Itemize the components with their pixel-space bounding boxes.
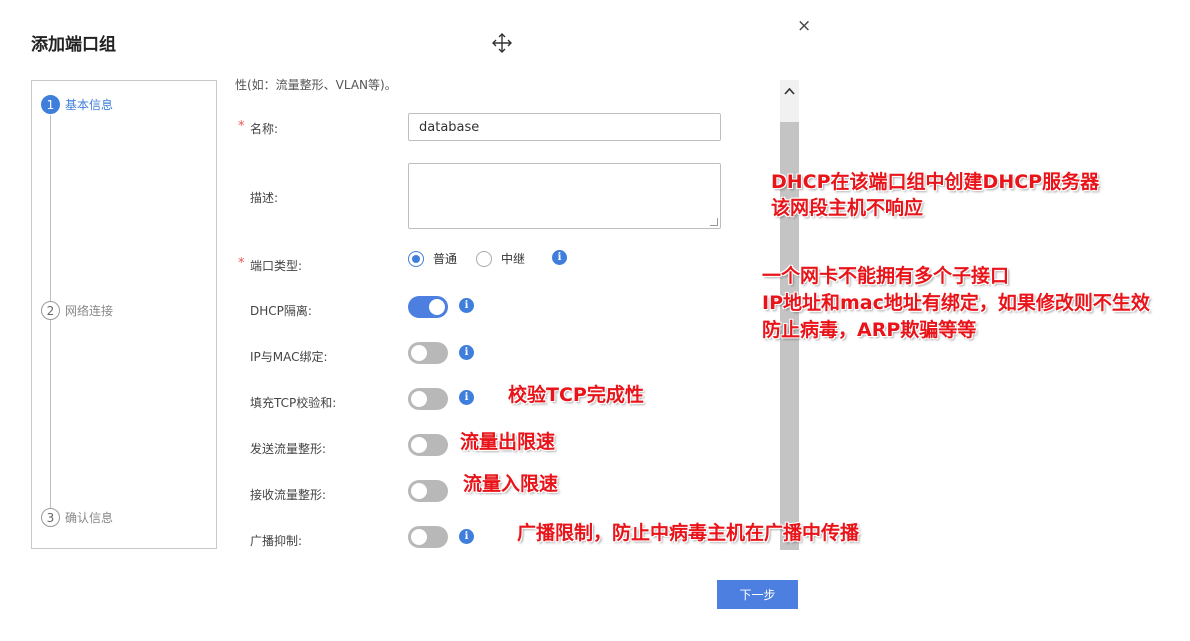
next-button[interactable]: 下一步 [717,580,798,609]
broadcast-suppression-label: 广播抑制: [250,534,303,548]
annotation-dhcp-2: 该网段主机不响应 [771,197,924,219]
close-icon[interactable]: × [797,16,811,36]
step-number: 1 [41,95,60,114]
name-input[interactable] [408,113,721,141]
send-shaping-toggle[interactable] [408,434,448,456]
required-mark: * [238,119,245,134]
info-icon[interactable]: i [459,298,474,313]
info-icon[interactable]: i [459,390,474,405]
step-label: 确认信息 [65,511,114,525]
desc-label: 描述: [250,191,279,205]
step-basic-info[interactable]: 1 基本信息 [41,95,113,114]
tcp-checksum-toggle[interactable] [408,388,448,410]
info-icon[interactable]: i [552,250,567,265]
truncated-description: 性(如：流量整形、VLAN等)。 [235,78,397,92]
port-type-radio-group: 普通 中继 [408,250,544,267]
annotation-ipmac-3: 防止病毒，ARP欺骗等等 [762,319,977,341]
annotation-recv: 流量入限速 [463,473,559,495]
annotation-tcp: 校验TCP完成性 [508,384,644,406]
annotation-dhcp-1: DHCP在该端口组中创建DHCP服务器 [771,171,1100,193]
annotation-send: 流量出限速 [460,431,556,453]
step-label: 网络连接 [65,304,114,318]
required-mark: * [238,256,245,271]
step-label: 基本信息 [65,98,114,112]
chevron-up-icon[interactable] [784,84,795,99]
step-number: 3 [41,508,60,527]
name-label: 名称: [250,122,279,136]
ip-mac-binding-label: IP与MAC绑定: [250,350,328,364]
info-icon[interactable]: i [459,345,474,360]
info-icon[interactable]: i [459,529,474,544]
step-confirm[interactable]: 3 确认信息 [41,508,113,527]
annotation-ipmac-2: IP地址和mac地址有绑定，如果修改则不生效 [762,292,1150,314]
broadcast-suppression-toggle[interactable] [408,526,448,548]
step-network[interactable]: 2 网络连接 [41,301,113,320]
radio-trunk[interactable] [476,250,493,267]
steps-panel: 1 基本信息 2 网络连接 3 确认信息 [31,80,217,549]
annotation-ipmac-1: 一个网卡不能拥有多个子接口 [762,265,1010,287]
move-icon[interactable] [490,31,514,55]
recv-shaping-toggle[interactable] [408,480,448,502]
dialog-title: 添加端口组 [31,35,116,55]
tcp-checksum-label: 填充TCP校验和: [250,396,337,410]
radio-trunk-label[interactable]: 中继 [501,250,525,267]
radio-normal[interactable] [408,250,424,267]
step-number: 2 [41,301,60,320]
radio-normal-label[interactable]: 普通 [433,250,457,267]
desc-textarea[interactable] [408,163,721,229]
annotation-broadcast: 广播限制，防止中病毒主机在广播中传播 [517,522,860,544]
send-shaping-label: 发送流量整形: [250,442,327,456]
ip-mac-binding-toggle[interactable] [408,342,448,364]
recv-shaping-label: 接收流量整形: [250,488,327,502]
dhcp-isolation-label: DHCP隔离: [250,304,312,318]
resize-handle-icon[interactable] [710,218,718,226]
dhcp-isolation-toggle[interactable] [408,296,448,318]
port-type-label: 端口类型: [250,259,303,273]
